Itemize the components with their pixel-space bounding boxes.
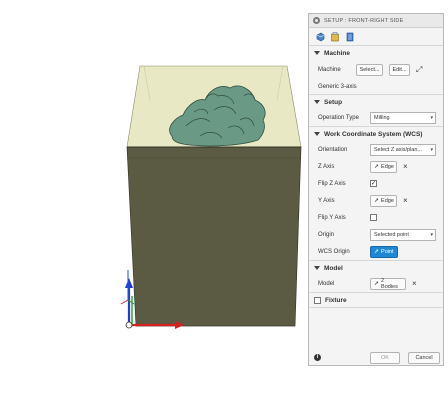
section-header-fixture[interactable]: Fixture (309, 293, 443, 307)
machine-edit-button[interactable]: Edit... (389, 63, 410, 76)
cursor-arrow-icon: ➚ (374, 164, 380, 170)
row-machine-name: Generic 3-axis (309, 79, 443, 94)
ok-button[interactable]: OK (370, 351, 400, 364)
setup-dialog: SETUP : FRONT-RIGHT SIDE Machine Machine… (308, 13, 444, 366)
row-y-axis: Y Axis ➚ Edge × (309, 192, 443, 209)
flip-y-label: Flip Y Axis (318, 214, 346, 221)
tab-setup[interactable] (314, 31, 325, 42)
row-orientation: Orientation Select Z axis/plan... ▾ (309, 141, 443, 158)
clear-z-axis-icon[interactable]: × (403, 162, 408, 171)
row-model: Model ➚ 2 Bodies × (309, 275, 443, 292)
dialog-footer: i OK Cancel (309, 350, 443, 365)
info-icon[interactable]: i (314, 354, 321, 361)
operation-type-value: Milling (374, 114, 390, 121)
tab-post-process[interactable] (344, 31, 355, 42)
stock-box-icon (330, 31, 339, 41)
collapse-triangle-icon (314, 51, 320, 55)
setup-tabs (309, 28, 443, 46)
chevron-down-icon: ▾ (430, 146, 433, 153)
z-axis-label: Z Axis (318, 163, 335, 170)
cursor-arrow-icon: ➚ (374, 281, 380, 287)
section-header-setup[interactable]: Setup (309, 95, 443, 109)
chevron-down-icon: ▾ (430, 114, 433, 121)
machine-label: Machine (318, 66, 341, 73)
tab-stock[interactable] (329, 31, 340, 42)
collapse-triangle-icon (314, 100, 320, 104)
section-title: Setup (324, 98, 343, 106)
cancel-button[interactable]: Cancel (408, 351, 440, 364)
machine-select-button[interactable]: Select... (356, 63, 383, 76)
row-wcs-origin: WCS Origin ➚ Point (309, 243, 443, 260)
section-header-model[interactable]: Model (309, 261, 443, 275)
cursor-arrow-icon: ➚ (374, 198, 380, 204)
section-title: Work Coordinate System (WCS) (324, 130, 423, 138)
setup-gear-icon (313, 17, 320, 24)
operation-type-dropdown[interactable]: Milling ▾ (370, 111, 436, 124)
clear-model-icon[interactable]: × (412, 279, 417, 288)
flip-z-label: Flip Z Axis (318, 180, 346, 187)
z-axis-select-button[interactable]: ➚ Edge (370, 160, 397, 173)
chevron-down-icon: ▾ (430, 231, 433, 238)
section-title: Model (324, 264, 343, 272)
stock-front-face (126, 146, 302, 327)
fixture-checkbox[interactable] (314, 296, 321, 304)
origin-value: Selected point (374, 231, 409, 238)
operation-type-label: Operation Type (318, 114, 359, 121)
orientation-label: Orientation (318, 146, 348, 153)
wcs-origin-label: WCS Origin (318, 248, 350, 255)
origin-label: Origin (318, 231, 335, 238)
wcs-origin-select-button[interactable]: ➚ Point (370, 245, 398, 258)
z-axis-value: Edge (381, 163, 394, 170)
y-axis-label: Y Axis (318, 197, 335, 204)
orientation-value: Select Z axis/plan... (374, 146, 422, 153)
row-origin: Origin Selected point ▾ (309, 226, 443, 243)
wcs-origin-value: Point (381, 248, 394, 255)
post-process-sheet-icon (346, 32, 353, 41)
collapse-triangle-icon (314, 132, 320, 136)
section-header-wcs[interactable]: Work Coordinate System (WCS) (309, 127, 443, 141)
fixture-label: Fixture (325, 296, 347, 304)
flip-z-checkbox[interactable]: ✓ (370, 180, 377, 187)
section-wcs: Work Coordinate System (WCS) Orientation… (309, 127, 443, 261)
dialog-titlebar[interactable]: SETUP : FRONT-RIGHT SIDE (309, 14, 443, 28)
row-machine: Machine Select... Edit... ⤢ (309, 60, 443, 79)
row-flip-z: Flip Z Axis ✓ (309, 175, 443, 192)
model-value: 2 Bodies (381, 277, 398, 290)
section-model: Model Model ➚ 2 Bodies × (309, 261, 443, 293)
expand-arrows-icon[interactable]: ⤢ (416, 65, 422, 75)
orientation-dropdown[interactable]: Select Z axis/plan... ▾ (370, 143, 436, 156)
y-axis-value: Edge (381, 197, 394, 204)
section-setup: Setup Operation Type Milling ▾ (309, 95, 443, 127)
collapse-triangle-icon (314, 266, 320, 270)
model-select-button[interactable]: ➚ 2 Bodies (370, 277, 406, 290)
row-operation-type: Operation Type Milling ▾ (309, 109, 443, 126)
row-z-axis: Z Axis ➚ Edge × (309, 158, 443, 175)
section-header-machine[interactable]: Machine (309, 46, 443, 60)
flip-y-checkbox[interactable] (370, 214, 377, 221)
row-flip-y: Flip Y Axis (309, 209, 443, 226)
section-fixture: Fixture (309, 293, 443, 308)
section-title: Machine (324, 49, 351, 57)
setup-cube-icon (316, 32, 324, 41)
model-label: Model (318, 280, 335, 287)
dialog-title: SETUP : FRONT-RIGHT SIDE (324, 17, 404, 24)
clear-y-axis-icon[interactable]: × (403, 196, 408, 205)
section-machine: Machine Machine Select... Edit... ⤢ Gene… (309, 46, 443, 95)
y-axis-select-button[interactable]: ➚ Edge (370, 194, 397, 207)
origin-dropdown[interactable]: Selected point ▾ (370, 228, 436, 241)
cursor-arrow-icon: ➚ (374, 249, 380, 255)
machine-name: Generic 3-axis (318, 83, 357, 90)
